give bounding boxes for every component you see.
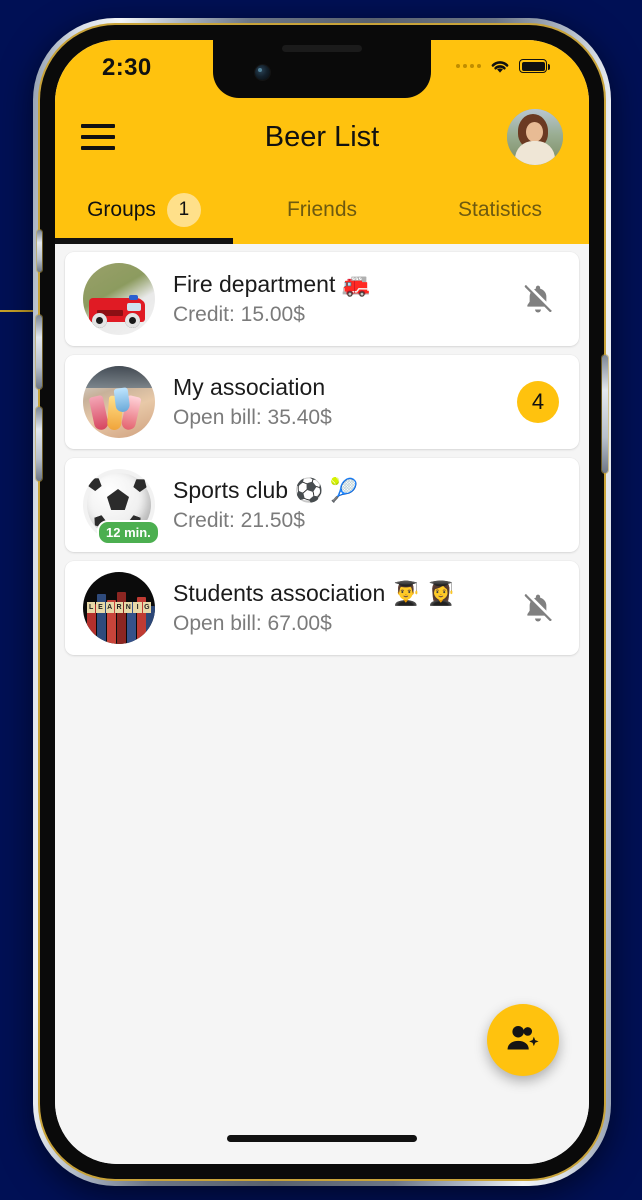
list-item[interactable]: LEARNIG Students association 👨‍🎓 👩‍🎓 Ope… xyxy=(65,561,579,655)
tab-friends-label: Friends xyxy=(286,198,358,221)
hamburger-menu-icon[interactable] xyxy=(81,124,115,150)
group-balance: Open bill: 35.40$ xyxy=(173,405,332,429)
group-name: Students association 👨‍🎓 👩‍🎓 xyxy=(173,579,456,606)
tab-groups[interactable]: Groups 1 xyxy=(55,176,233,244)
list-item-text: Students association 👨‍🎓 👩‍🎓 Open bill: … xyxy=(173,579,503,637)
status-bar-indicators xyxy=(456,58,550,74)
wifi-icon xyxy=(489,58,511,74)
tab-friends[interactable]: Friends xyxy=(233,176,411,244)
tab-statistics[interactable]: Statistics xyxy=(411,176,589,244)
list-item[interactable]: 12 min. Sports club ⚽ 🎾 Credit: 21.50$ xyxy=(65,458,579,552)
list-item-text: Fire department 🚒 Credit: 15.00$ xyxy=(173,270,503,328)
phone-screen: 2:30 Beer List Groups 1 Friends Statisti… xyxy=(55,40,589,1164)
add-group-button[interactable] xyxy=(487,1004,559,1076)
time-remaining-chip: 12 min. xyxy=(99,522,158,543)
front-camera-icon xyxy=(255,65,270,80)
group-balance: Open bill: 67.00$ xyxy=(173,611,332,635)
status-bar-time: 2:30 xyxy=(102,54,152,81)
tab-statistics-label: Statistics xyxy=(457,198,543,221)
silent-switch-button[interactable] xyxy=(37,230,42,272)
phone-body: 2:30 Beer List Groups 1 Friends Statisti… xyxy=(36,25,608,1179)
cocktails-photo xyxy=(83,366,155,438)
list-item[interactable]: My association Open bill: 35.40$ 4 xyxy=(65,355,579,449)
tab-bar: Groups 1 Friends Statistics xyxy=(55,176,589,244)
list-item-text: My association Open bill: 35.40$ xyxy=(173,373,503,431)
edge-guide-line xyxy=(0,310,36,312)
group-name: Sports club ⚽ 🎾 xyxy=(173,476,359,503)
phone-frame: 2:30 Beer List Groups 1 Friends Statisti… xyxy=(33,18,611,1186)
list-item-trailing[interactable] xyxy=(515,281,561,317)
page-root: 2:30 Beer List Groups 1 Friends Statisti… xyxy=(0,0,642,1200)
signal-dots-icon xyxy=(456,64,481,68)
notch xyxy=(213,40,431,98)
fire-truck-photo xyxy=(83,263,155,335)
user-avatar-photo[interactable] xyxy=(507,109,563,165)
earpiece-speaker xyxy=(282,45,362,52)
soccer-ball-photo: 12 min. xyxy=(83,469,158,543)
list-item-trailing[interactable] xyxy=(515,590,561,626)
phone-frame-inner-band: 2:30 Beer List Groups 1 Friends Statisti… xyxy=(36,23,608,1181)
list-item-trailing[interactable]: 4 xyxy=(515,381,561,423)
list-item[interactable]: Fire department 🚒 Credit: 15.00$ xyxy=(65,252,579,346)
group-balance: Credit: 15.00$ xyxy=(173,302,305,326)
add-group-icon xyxy=(506,1023,540,1058)
group-list: Fire department 🚒 Credit: 15.00$ My asso… xyxy=(55,244,589,1164)
battery-full-icon xyxy=(519,59,550,73)
volume-up-button[interactable] xyxy=(36,315,42,389)
unread-count-badge[interactable]: 4 xyxy=(517,381,559,423)
group-name: Fire department 🚒 xyxy=(173,270,371,297)
group-name: My association xyxy=(173,373,326,400)
volume-down-button[interactable] xyxy=(36,407,42,481)
books-photo: LEARNIG xyxy=(83,572,155,644)
tab-groups-label: Groups xyxy=(87,198,156,221)
home-indicator[interactable] xyxy=(227,1135,417,1142)
tab-groups-badge: 1 xyxy=(166,193,201,227)
power-button[interactable] xyxy=(602,355,608,473)
app-bar: Beer List xyxy=(55,98,589,176)
group-balance: Credit: 21.50$ xyxy=(173,508,305,532)
bell-off-icon[interactable] xyxy=(521,590,555,626)
bell-off-icon[interactable] xyxy=(521,281,555,317)
list-item-text: Sports club ⚽ 🎾 Credit: 21.50$ xyxy=(173,476,503,534)
